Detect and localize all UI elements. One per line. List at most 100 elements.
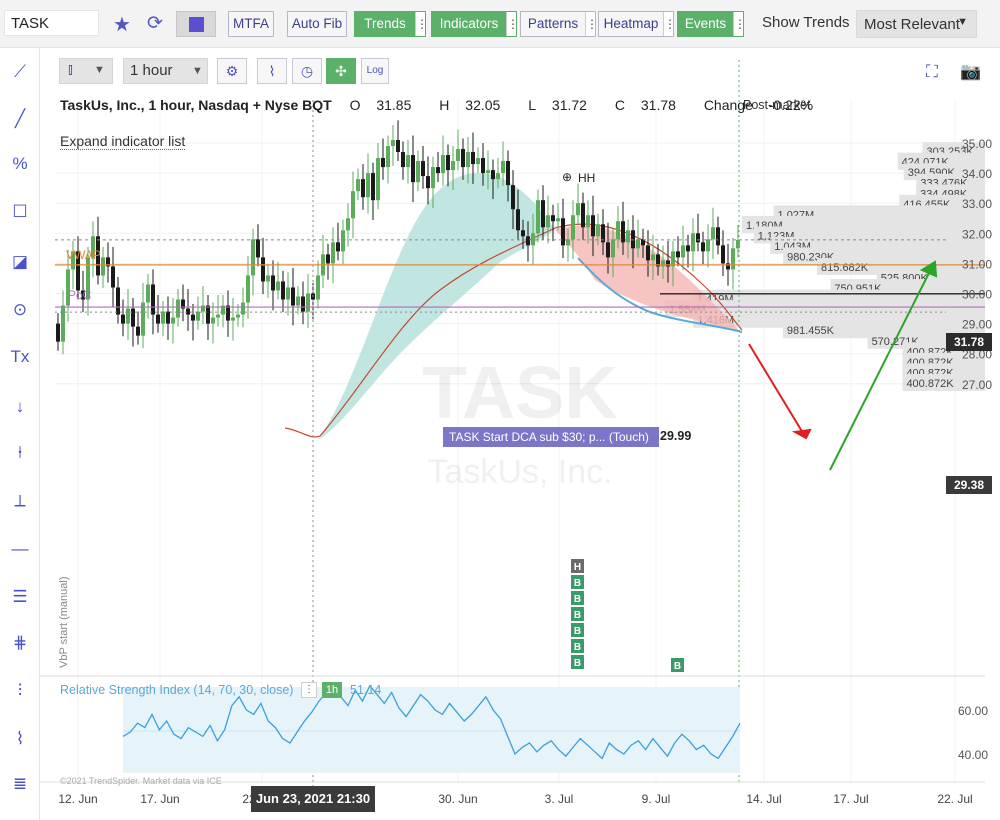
date-tick-label: 3. Jul (545, 792, 574, 806)
price-tick-label: 27.00 (962, 378, 992, 392)
trends-menu-icon[interactable]: ⋮ (415, 12, 428, 36)
candle-body (471, 152, 475, 165)
vwap-label: VWAP (66, 248, 101, 262)
event-marker-label: B (574, 594, 581, 605)
candle-body (656, 254, 660, 267)
volume-profile-bar (692, 289, 985, 307)
fib-retracement-tool-icon[interactable]: ☰ (8, 585, 32, 609)
caret-down-icon: ▼ (192, 65, 203, 77)
price-alert-value: 29.99 (660, 429, 692, 443)
volume-profile-label: 400.872K (906, 357, 954, 369)
candle-body (551, 215, 555, 222)
levels-tool-icon[interactable]: ⫶ (8, 679, 32, 703)
candle-body (616, 221, 620, 240)
volume-profile-bar (830, 279, 985, 297)
rsi-timeframe-badge[interactable]: 1h (322, 682, 342, 698)
rsi-value: 51.14 (350, 683, 382, 697)
heatmap-label: Heatmap (603, 16, 659, 31)
higher-high-label: HH (578, 171, 595, 185)
sort-select-value: Most Relevant (864, 16, 960, 33)
volume-profile-bar (773, 205, 985, 223)
path-tool-icon[interactable]: ⌇ (8, 727, 32, 751)
log-scale-button[interactable]: Log (361, 58, 389, 84)
volume-profile-label: 1.180M (746, 220, 783, 232)
candle-body (591, 215, 595, 237)
channel-tool-icon[interactable]: ◪ (8, 250, 32, 274)
candle-body (636, 239, 640, 249)
candle-body (566, 239, 570, 246)
fullscreen-icon[interactable]: ⛶ (926, 62, 938, 82)
volume-profile-label: 334.498K (920, 188, 968, 200)
price-alert-label[interactable]: TASK Start DCA sub $30; p... (Touch) (443, 427, 659, 447)
color-swatch-icon (189, 17, 204, 32)
candle-body (596, 224, 600, 237)
vertical-line-tool-icon[interactable]: ⍿ (8, 441, 32, 465)
candle-body (701, 242, 705, 252)
candle-body (536, 200, 540, 234)
candle-body (646, 245, 650, 261)
rsi-indicator-label[interactable]: Relative Strength Index (14, 70, 30, clo… (60, 683, 293, 697)
candle-body (206, 305, 210, 324)
event-marker-label: B (574, 642, 581, 653)
date-tick-label: 17. Jun (140, 792, 179, 806)
horizontal-line-tool-icon[interactable]: — (8, 537, 32, 561)
rsi-menu-icon[interactable]: ⋮ (301, 682, 317, 698)
candle-body (301, 296, 305, 312)
caret-down-icon: ▼ (957, 16, 968, 28)
rectangle-tool-icon[interactable]: ☐ (8, 200, 32, 224)
show-trends-label[interactable]: Show Trends (762, 14, 850, 31)
heatmap-menu-icon[interactable]: ⋮ (663, 12, 676, 36)
timeframe-select[interactable]: 1 hour ▼ (123, 58, 208, 84)
text-tool-icon[interactable]: Tx (8, 345, 32, 369)
percent-tool-icon[interactable]: % (8, 152, 32, 176)
event-marker-label: B (574, 610, 581, 621)
moving-average-slow (284, 223, 743, 438)
patterns-button[interactable]: Patterns ⋮ (520, 11, 598, 37)
expand-indicator-list-link[interactable]: Expand indicator list (60, 133, 186, 150)
event-marker (571, 639, 584, 653)
heatmap-button[interactable]: Heatmap ⋮ (598, 11, 676, 37)
refresh-icon[interactable]: ⟳ (147, 12, 163, 35)
mtfa-button[interactable]: MTFA (228, 11, 274, 37)
ray-tool-icon[interactable]: ╱ (8, 107, 32, 131)
volume-profile-bar (903, 163, 985, 181)
grid-tool-icon[interactable]: ≣ (8, 772, 32, 796)
candle-body (481, 158, 485, 174)
chart-type-select[interactable]: ⫾ ▼ (59, 58, 113, 84)
crosshair-mode-icon[interactable]: ✣ (326, 58, 356, 84)
bearish-arrow (748, 343, 807, 439)
candle-body (256, 239, 260, 258)
indicators-button[interactable]: Indicators ⋮ (431, 11, 519, 37)
symbol-input[interactable]: TASK (4, 10, 99, 36)
moving-average-fast (577, 257, 743, 333)
chart-color-button[interactable] (176, 11, 216, 37)
arrow-down-tool-icon[interactable]: ↓ (8, 395, 32, 419)
indicators-label: Indicators (439, 16, 499, 31)
crosshair-tool-icon[interactable]: ⟂ (8, 489, 32, 513)
candle-body (466, 152, 470, 168)
sort-select[interactable]: Most Relevant ▼ (856, 10, 977, 38)
events-menu-icon[interactable]: ⋮ (733, 12, 746, 36)
trendline-tool-icon[interactable]: ⟋ (8, 60, 32, 84)
volume-profile-bar (899, 194, 985, 212)
trends-button[interactable]: Trends ⋮ (354, 11, 428, 37)
event-marker (571, 575, 584, 589)
star-icon[interactable]: ★ (113, 12, 131, 37)
patterns-menu-icon[interactable]: ⋮ (585, 12, 598, 36)
high-label: H (439, 97, 450, 113)
events-button[interactable]: Events ⋮ (677, 11, 746, 37)
clock-icon[interactable]: ◷ (292, 58, 322, 84)
auto-fib-button[interactable]: Auto Fib (287, 11, 347, 37)
camera-icon[interactable]: 📷 (960, 62, 981, 82)
candle-body (356, 179, 360, 192)
timeframe-value: 1 hour (130, 62, 173, 79)
chart-analysis-icon[interactable]: ⌇ (257, 58, 287, 84)
fib-fan-tool-icon[interactable]: ⋕ (8, 631, 32, 655)
settings-gear-icon[interactable]: ⚙ (217, 58, 247, 84)
candle-body (56, 323, 60, 342)
candle-body (626, 230, 630, 243)
candle-body (416, 161, 420, 183)
indicators-menu-icon[interactable]: ⋮ (506, 12, 519, 36)
price-chart[interactable]: TASK TaskUs, Inc. 303.253K424.071K394.590… (0, 0, 1000, 820)
circle-tool-icon[interactable]: ⊙ (8, 298, 32, 322)
